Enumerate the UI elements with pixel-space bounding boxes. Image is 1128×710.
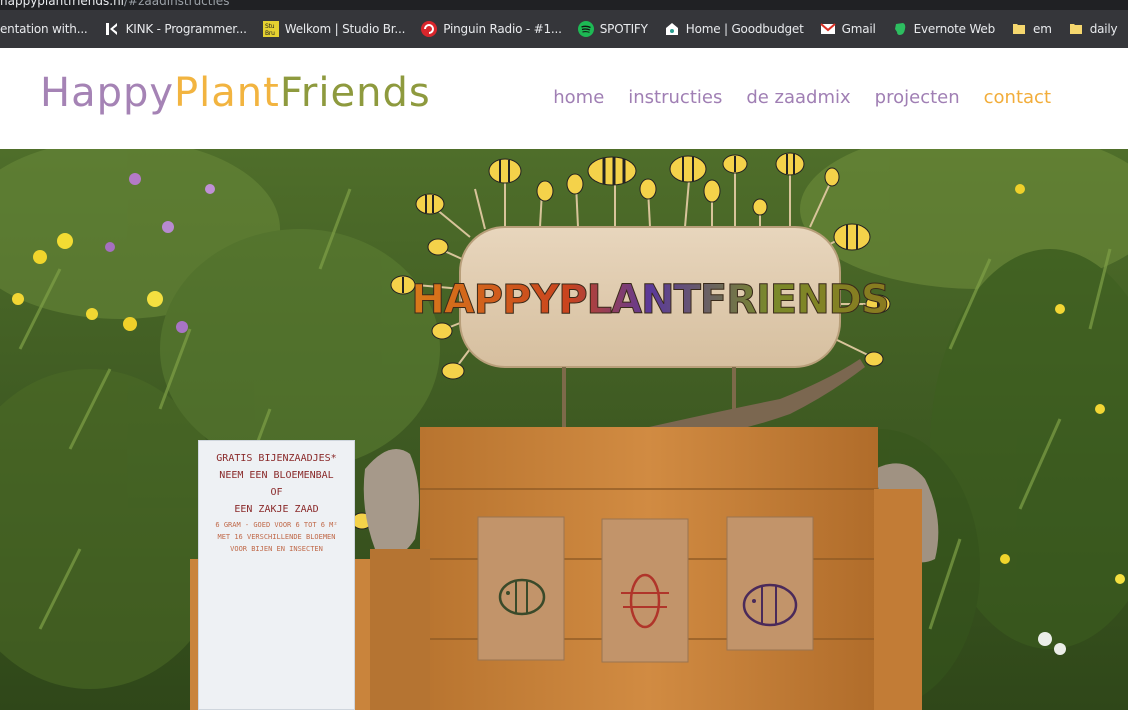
bookmark-evernote[interactable]: Evernote Web — [884, 15, 1003, 43]
url-text[interactable]: happyplantfriends.nl/#zaadinstructies — [0, 0, 229, 8]
url-host: happyplantfriends.nl — [0, 0, 125, 8]
bookmark-label: SPOTIFY — [599, 22, 648, 36]
svg-text:Bru: Bru — [265, 30, 275, 37]
gmail-icon — [819, 21, 836, 37]
kink-icon — [104, 21, 120, 37]
studio-bru-icon: Stu Bru — [262, 21, 279, 37]
goodbudget-icon — [664, 21, 680, 37]
address-bar[interactable]: happyplantfriends.nl/#zaadinstructies — [0, 0, 1128, 10]
bookmark-slides[interactable]: entation with... — [0, 15, 96, 43]
main-nav: home instructies de zaadmix projecten co… — [553, 87, 1051, 108]
bookmark-pinguin-radio[interactable]: Pinguin Radio - #1... — [413, 15, 570, 43]
logo-part-happy: Happy — [40, 70, 175, 116]
nav-instructies[interactable]: instructies — [628, 87, 722, 108]
bookmark-studio-bru[interactable]: Stu Bru Welkom | Studio Br... — [255, 15, 413, 43]
info-card: GRATIS BIJENZAADJES* NEEM EEN BLOEMENBAL… — [198, 440, 355, 710]
bookmark-gmail[interactable]: Gmail — [812, 15, 884, 43]
folder-icon — [1068, 21, 1084, 37]
nav-projecten[interactable]: projecten — [875, 87, 960, 108]
card-line-4: EEN ZAKJE ZAAD — [234, 504, 319, 515]
bookmark-label: Welkom | Studio Br... — [284, 22, 406, 36]
nav-contact[interactable]: contact — [984, 87, 1051, 108]
url-path: /#zaadinstructies — [124, 0, 230, 8]
bookmark-goodbudget[interactable]: Home | Goodbudget — [656, 15, 812, 43]
site-logo[interactable]: HappyPlantFriends — [40, 70, 431, 116]
bookmark-folder-em[interactable]: em — [1003, 15, 1060, 43]
hero-illustration: HAPPYPLANTFRIENDS — [0, 149, 1128, 710]
nav-de-zaadmix[interactable]: de zaadmix — [746, 87, 850, 108]
bookmark-label: Home | Goodbudget — [685, 22, 804, 36]
bookmark-label: Gmail — [841, 22, 876, 36]
bookmark-label: Evernote Web — [913, 22, 996, 36]
bookmark-label: daily — [1089, 22, 1118, 36]
logo-part-plant: Plant — [174, 70, 280, 116]
evernote-icon — [892, 21, 908, 37]
nav-home[interactable]: home — [553, 87, 604, 108]
bookmarks-bar: entation with... KINK - Programmer... St… — [0, 10, 1128, 48]
hero-image: HAPPYPLANTFRIENDS GRATIS BIJENZAADJES* N… — [0, 149, 1128, 710]
card-line-7: VOOR BIJEN EN INSECTEN — [230, 545, 323, 553]
bookmark-label: em — [1033, 22, 1052, 36]
folder-icon — [1011, 21, 1027, 37]
card-line-2: NEEM EEN BLOEMENBAL — [219, 470, 334, 481]
card-line-1: GRATIS BIJENZAADJES* — [216, 453, 337, 464]
site-header: HappyPlantFriends home instructies de za… — [0, 48, 1128, 149]
bookmark-label: Pinguin Radio - #1... — [443, 22, 562, 36]
svg-text:Stu: Stu — [265, 23, 275, 30]
bookmark-kink[interactable]: KINK - Programmer... — [96, 15, 255, 43]
card-line-5: 6 GRAM - GOED VOOR 6 TOT 6 M² — [215, 521, 338, 529]
bookmark-spotify[interactable]: SPOTIFY — [570, 15, 656, 43]
pinguin-radio-icon — [421, 21, 438, 37]
card-line-6: MET 16 VERSCHILLENDE BLOEMEN — [217, 533, 336, 541]
card-line-3: OF — [270, 487, 283, 498]
bookmark-label: KINK - Programmer... — [125, 22, 247, 36]
spotify-icon — [577, 21, 594, 37]
seed-bags — [477, 516, 814, 663]
logo-part-friends: Friends — [279, 70, 431, 116]
bookmark-label: entation with... — [0, 22, 88, 36]
sign-text: HAPPYPLANTFRIENDS — [411, 277, 888, 323]
bookmark-folder-daily[interactable]: daily — [1060, 15, 1126, 43]
